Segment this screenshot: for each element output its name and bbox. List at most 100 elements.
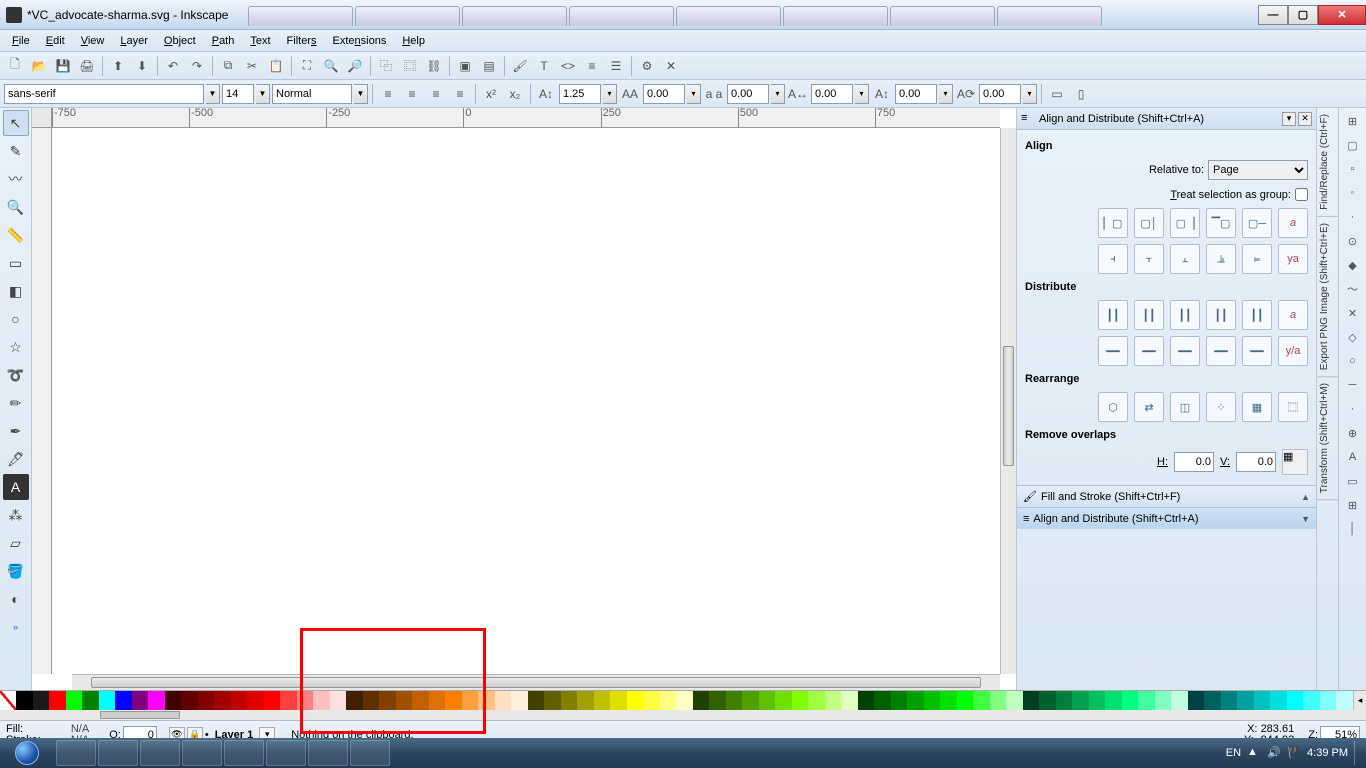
snap-corner-icon[interactable]: ◦ — [1342, 182, 1364, 204]
snap-path-icon[interactable]: 〜 — [1342, 278, 1364, 300]
scrollbar-thumb[interactable] — [1003, 346, 1014, 466]
group-icon[interactable]: ▣ — [454, 55, 476, 77]
palette-swatch[interactable] — [676, 691, 693, 710]
star-tool-icon[interactable]: ☆ — [3, 334, 29, 360]
font-style-input[interactable] — [272, 84, 352, 104]
palette-swatch[interactable] — [495, 691, 512, 710]
palette-swatch[interactable] — [132, 691, 149, 710]
snap-center-icon[interactable]: ⊙ — [1342, 230, 1364, 252]
menu-path[interactable]: Path — [204, 33, 243, 49]
palette-swatch[interactable] — [610, 691, 627, 710]
spiral-tool-icon[interactable]: ➰ — [3, 362, 29, 388]
prefs-icon[interactable]: ⚙ — [636, 55, 658, 77]
palette-swatch[interactable] — [1155, 691, 1172, 710]
distribute-btn[interactable]: ━━ — [1170, 336, 1200, 366]
v-input[interactable] — [1236, 452, 1276, 472]
taskbar-app[interactable] — [350, 740, 390, 766]
dock-tab-align[interactable]: ≡ Align and Distribute (Shift+Ctrl+A) ▼ — [1017, 507, 1316, 529]
remove-overlaps-button[interactable]: ▦ — [1282, 449, 1308, 475]
palette-swatch[interactable] — [1006, 691, 1023, 710]
taskbar-app[interactable] — [98, 740, 138, 766]
dock-tab-fill-stroke[interactable]: 🖌 Fill and Stroke (Shift+Ctrl+F) ▲ — [1017, 485, 1316, 507]
palette-swatch[interactable] — [1039, 691, 1056, 710]
aero-tab[interactable] — [355, 6, 460, 26]
menu-filters[interactable]: Filters — [279, 33, 325, 49]
distribute-btn[interactable]: ━━ — [1098, 336, 1128, 366]
relative-to-select[interactable]: Page — [1208, 160, 1308, 180]
rearrange-swap-icon[interactable]: ⇄ — [1134, 392, 1164, 422]
ruler-horizontal[interactable]: -750-500-25002505007501000 — [52, 108, 1000, 128]
palette-swatch[interactable] — [16, 691, 33, 710]
aero-tab[interactable] — [783, 6, 888, 26]
size-dropdown-icon[interactable]: ▼ — [256, 84, 270, 104]
palette-swatch[interactable] — [759, 691, 776, 710]
start-button[interactable] — [0, 738, 54, 768]
palette-swatch[interactable] — [726, 691, 743, 710]
superscript-icon[interactable]: x² — [480, 83, 502, 105]
palette-swatch[interactable] — [1320, 691, 1337, 710]
palette-swatch[interactable] — [825, 691, 842, 710]
snap-page-icon[interactable]: ▭ — [1342, 470, 1364, 492]
gradient-tool-icon[interactable]: ◐ — [3, 586, 29, 612]
palette-swatch[interactable] — [1089, 691, 1106, 710]
palette-swatch[interactable] — [874, 691, 891, 710]
line-spacing-input[interactable] — [559, 84, 601, 104]
palette-swatch[interactable] — [1221, 691, 1238, 710]
align-right-edges-icon[interactable]: ▢▕ — [1170, 208, 1200, 238]
zoom-in-icon[interactable]: 🔍 — [320, 55, 342, 77]
snap-bbox-icon[interactable]: ▢ — [1342, 134, 1364, 156]
aero-tab[interactable] — [676, 6, 781, 26]
distribute-btn[interactable]: ┃┃ — [1242, 300, 1272, 330]
snap-smooth-icon[interactable]: ○ — [1342, 350, 1364, 372]
measure-tool-icon[interactable]: 📏 — [3, 222, 29, 248]
snap-edge-icon[interactable]: ▫ — [1342, 158, 1364, 180]
distribute-text-icon[interactable]: a — [1278, 300, 1308, 330]
taskbar-app[interactable] — [56, 740, 96, 766]
align-dialog-icon[interactable]: ≡ — [581, 55, 603, 77]
palette-swatch[interactable] — [313, 691, 330, 710]
snap-midpoint-icon[interactable]: · — [1342, 206, 1364, 228]
palette-swatch[interactable] — [1171, 691, 1188, 710]
menu-file[interactable]: File — [4, 33, 38, 49]
palette-swatch[interactable] — [1072, 691, 1089, 710]
selector-tool-icon[interactable]: ↖ — [3, 110, 29, 136]
text-tool-icon[interactable]: A — [3, 474, 29, 500]
menu-object[interactable]: Object — [156, 33, 204, 49]
palette-swatch[interactable] — [808, 691, 825, 710]
scrollbar-thumb[interactable] — [100, 711, 180, 719]
zoom-out-icon[interactable]: 🔎 — [344, 55, 366, 77]
palette-swatch[interactable] — [445, 691, 462, 710]
palette-swatch[interactable] — [1204, 691, 1221, 710]
palette-swatch[interactable] — [280, 691, 297, 710]
undo-icon[interactable]: ↶ — [162, 55, 184, 77]
palette-swatch[interactable] — [330, 691, 347, 710]
word-spacing-input[interactable] — [727, 84, 769, 104]
zoom-tool-icon[interactable]: 🔍 — [3, 194, 29, 220]
snap-object-mid-icon[interactable]: · — [1342, 398, 1364, 420]
palette-none-swatch[interactable] — [0, 691, 16, 710]
pencil-tool-icon[interactable]: ✏ — [3, 390, 29, 416]
palette-menu-icon[interactable]: ◂ — [1353, 691, 1366, 710]
ruler-vertical[interactable] — [32, 128, 52, 674]
snap-line-mid-icon[interactable]: ─ — [1342, 374, 1364, 396]
palette-swatch[interactable] — [709, 691, 726, 710]
palette-swatch[interactable] — [363, 691, 380, 710]
distribute-btn[interactable]: ━━ — [1134, 336, 1164, 366]
palette-swatch[interactable] — [627, 691, 644, 710]
style-dropdown-icon[interactable]: ▼ — [354, 84, 368, 104]
palette-swatch[interactable] — [643, 691, 660, 710]
distribute-btn[interactable]: ┃┃ — [1134, 300, 1164, 330]
align-text-icon[interactable]: a — [1278, 208, 1308, 238]
tweak-tool-icon[interactable]: 〰 — [3, 166, 29, 192]
dock-minimize-icon[interactable]: ▾ — [1282, 112, 1296, 126]
spray-tool-icon[interactable]: ⁂ — [3, 502, 29, 528]
clone-icon[interactable]: ⿴ — [399, 55, 421, 77]
snap-intersect-icon[interactable]: ✕ — [1342, 302, 1364, 324]
import-icon[interactable]: ⬆ — [107, 55, 129, 77]
scrollbar-vertical[interactable] — [1000, 128, 1016, 674]
palette-swatch[interactable] — [577, 691, 594, 710]
fill-dialog-icon[interactable]: 🖌 — [509, 55, 531, 77]
palette-swatch[interactable] — [1254, 691, 1271, 710]
font-family-input[interactable] — [4, 84, 204, 104]
taskbar-app[interactable] — [308, 740, 348, 766]
